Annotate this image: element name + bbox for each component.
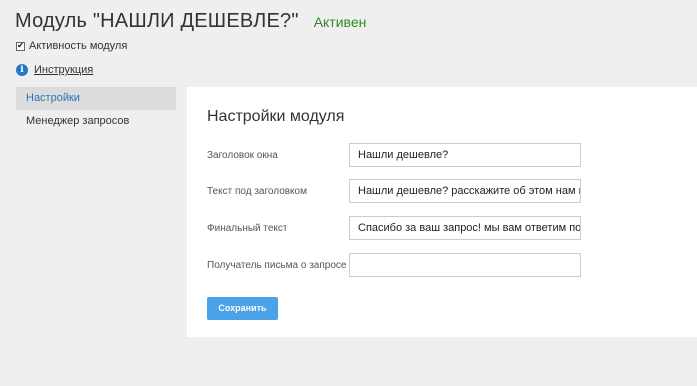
instruction-row: i Инструкция [16, 64, 93, 76]
field-row-recipient: Получатель письма о запросе [207, 253, 581, 277]
title-row: Модуль "НАШЛИ ДЕШЕВЛЕ?" Активен [15, 10, 366, 33]
info-icon: i [16, 64, 28, 76]
status-badge: Активен [313, 14, 367, 30]
recipient-email-input[interactable] [349, 253, 581, 277]
panel-title: Настройки модуля [207, 108, 345, 125]
save-button[interactable]: Сохранить [207, 297, 278, 320]
field-row-final-text: Финальный текст Спасибо за ваш запрос! м… [207, 216, 581, 240]
field-label-recipient: Получатель письма о запросе [207, 259, 347, 271]
window-title-input[interactable]: Нашли дешевле? [349, 143, 581, 167]
instruction-link[interactable]: Инструкция [34, 64, 93, 76]
field-label-final-text: Финальный текст [207, 222, 288, 234]
module-activity-checkbox-row[interactable]: ✔ Активность модуля [16, 40, 127, 52]
field-label-subtitle: Текст под заголовком [207, 185, 307, 197]
module-activity-label: Активность модуля [29, 40, 128, 52]
field-row-window-title: Заголовок окна Нашли дешевле? [207, 143, 581, 167]
sidebar: Настройки Менеджер запросов [16, 87, 176, 133]
page: Модуль "НАШЛИ ДЕШЕВЛЕ?" Активен ✔ Активн… [0, 0, 697, 386]
subtitle-input[interactable]: Нашли дешевле? расскажите об этом нам и … [349, 179, 581, 203]
module-activity-checkbox[interactable]: ✔ [16, 41, 25, 51]
sidebar-item-request-manager[interactable]: Менеджер запросов [16, 110, 176, 133]
page-title: Модуль "НАШЛИ ДЕШЕВЛЕ?" [15, 10, 299, 32]
field-label-window-title: Заголовок окна [207, 149, 278, 161]
field-row-subtitle: Текст под заголовком Нашли дешевле? расс… [207, 179, 581, 203]
settings-panel: Настройки модуля Заголовок окна Нашли де… [187, 87, 697, 337]
final-text-input[interactable]: Спасибо за ваш запрос! мы вам ответим по… [349, 216, 581, 240]
sidebar-item-settings[interactable]: Настройки [16, 87, 176, 110]
